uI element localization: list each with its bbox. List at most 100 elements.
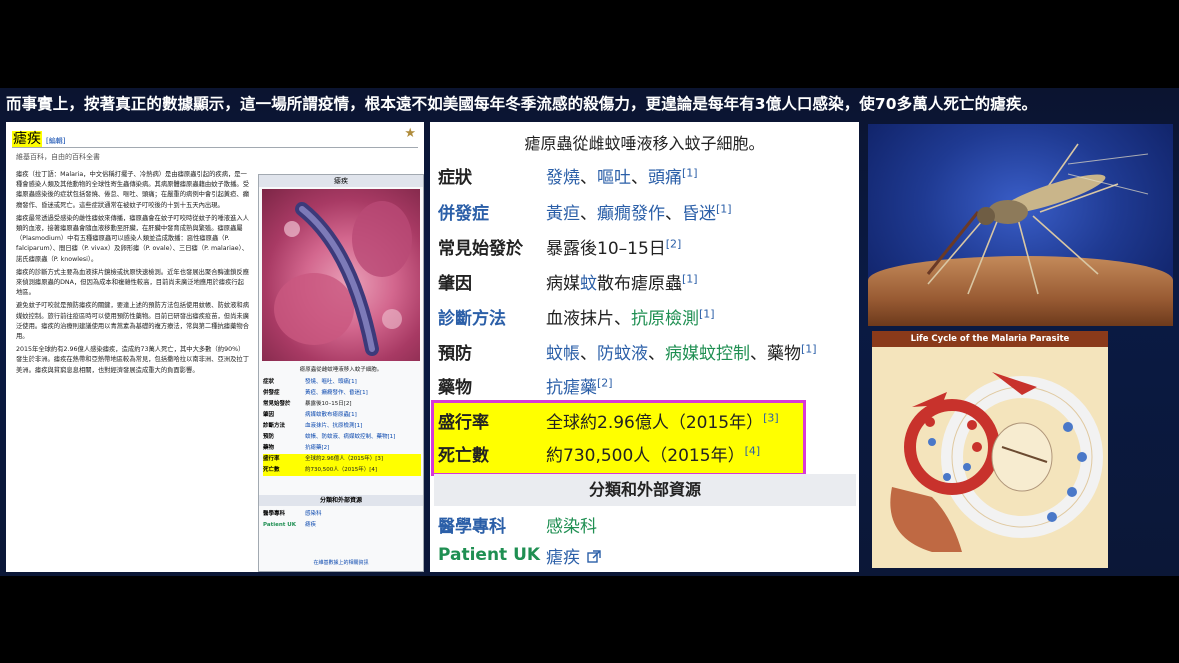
infobox-value[interactable]: 感染科: [305, 509, 421, 520]
infobox-key: 肇因: [263, 412, 275, 418]
patient-uk-label[interactable]: Patient UK: [438, 545, 546, 565]
infobox-value[interactable]: 血液抹片、抗原檢測[1]: [305, 421, 421, 432]
infobox-row: 藥物 抗瘧藥[2]: [263, 443, 421, 454]
wiki-article-title: 瘧疾 [編輯]: [12, 128, 65, 148]
infobox-section-header: 分類和外部資源: [259, 495, 423, 506]
ref-link[interactable]: [2]: [597, 376, 613, 389]
wiki-paragraph: 瘧疾（拉丁語：Malaria，中文俗稱打擺子、冷熱病）是由瘧原蟲引起的疾病，是一…: [16, 171, 249, 209]
complications-label[interactable]: 併發症: [438, 199, 546, 224]
row-patient-uk: Patient UK 瘧疾: [438, 538, 856, 572]
row-medication: 藥物 抗瘧藥[2]: [438, 368, 856, 402]
infobox-value[interactable]: 蚊帳、防蚊液、病媒蚊控制、藥物[1]: [305, 432, 421, 443]
ref-link[interactable]: [1]: [682, 272, 698, 285]
ref-link[interactable]: [1]: [682, 166, 698, 179]
onset-value: 暴露後10–15日[2]: [546, 234, 856, 259]
mosquito-link[interactable]: 蚊: [580, 274, 597, 294]
section-header-external: 分類和外部資源: [434, 474, 856, 506]
complication-link[interactable]: 昏迷: [682, 204, 716, 224]
infobox-row: 醫學專科 感染科: [263, 509, 421, 520]
life-cycle-illustration: [890, 372, 1103, 552]
infobox-row-highlighted: 死亡數 約730,500人（2015年）[4]: [263, 465, 421, 476]
antigen-test-link[interactable]: 抗原檢測: [631, 309, 699, 329]
infobox-row: Patient UK 瘧疾: [263, 520, 421, 531]
wiki-title-text: 瘧疾: [12, 131, 42, 147]
symptoms-value: 發燒、嘔吐、頭痛[1]: [546, 165, 698, 188]
cause-text: 散布瘧原蟲: [597, 273, 682, 294]
symptom-link[interactable]: 頭痛: [648, 168, 682, 188]
cause-value: 病媒蚊散布瘧原蟲[1]: [546, 269, 856, 294]
infobox-value: 暴露後10–15日[2]: [305, 401, 352, 407]
patient-uk-link[interactable]: 瘧疾: [546, 548, 580, 568]
deaths-value: 約730,500人（2015年）[4]: [546, 441, 856, 466]
infobox-row: 症狀 發燒、嘔吐、頭痛[1]: [263, 377, 421, 388]
featured-star-icon: ★: [404, 126, 416, 141]
infobox-caption-large: 瘧原蟲從雌蚊唾液移入蚊子細胞。: [524, 134, 765, 153]
infobox-rows: 症狀 發燒、嘔吐、頭痛[1] 併發症 黃疸、癲癇發作、昏迷[1] 常見始發於 暴露後1…: [263, 377, 421, 476]
wiki-subtitle: 維基百科，自由的百科全書: [16, 153, 100, 161]
complication-link[interactable]: 癲癇發作: [597, 204, 665, 224]
infobox-value[interactable]: 瘧疾: [305, 520, 421, 531]
ref-link[interactable]: [1]: [801, 342, 817, 355]
row-onset: 常見始發於 暴露後10–15日[2]: [438, 229, 856, 263]
patient-uk-value: 瘧疾: [546, 543, 856, 568]
infobox-key: 醫學專科: [263, 511, 286, 517]
cause-text: 病媒: [546, 273, 580, 294]
infobox-key: 死亡數: [263, 467, 280, 473]
symptoms-label: 症狀: [438, 167, 472, 188]
infobox-value[interactable]: 抗瘧藥[2]: [305, 443, 421, 454]
medication-label: 藥物: [438, 377, 472, 398]
prevention-text: 、藥物: [750, 343, 801, 364]
repellent-link[interactable]: 防蚊液: [597, 344, 648, 364]
wiki-paragraph: 2015年全球約有2.96億人感染瘧疾，造成約73萬人死亡，其中大多數（約90%…: [16, 346, 249, 374]
infobox-footer-link[interactable]: 在維基數據上的相關資訊: [259, 559, 423, 566]
prevention-value: 蚊帳、防蚊液、病媒蚊控制、藥物[1]: [546, 341, 817, 364]
complication-link[interactable]: 黃疸: [546, 204, 580, 224]
infobox-key: 併發症: [263, 390, 280, 396]
infobox-key: Patient UK: [263, 522, 297, 528]
infobox-row: 肇因 病媒蚊散布瘧原蟲[1]: [263, 410, 421, 421]
mosquito-photo: [868, 124, 1173, 326]
diagnosis-text: 血液抹片、: [546, 308, 631, 329]
vector-control-link[interactable]: 病媒蚊控制: [665, 344, 750, 364]
cause-label: 肇因: [438, 273, 472, 294]
title-divider: [12, 147, 418, 148]
malaria-life-cycle-diagram: Life Cycle of the Malaria Parasite: [872, 331, 1108, 568]
parasite-micrograph-image: [262, 189, 420, 361]
infobox-value: 約730,500人（2015年）[4]: [305, 467, 378, 473]
ref-link[interactable]: [1]: [716, 202, 732, 215]
deaths-label: 死亡數: [438, 445, 489, 466]
infobox-key: 藥物: [263, 445, 275, 451]
ref-link[interactable]: [3]: [763, 411, 779, 424]
prevention-label: 預防: [438, 343, 472, 364]
infobox-key: 症狀: [263, 379, 275, 385]
wiki-paragraph: 瘧疾最常透過受感染的雌性瘧蚊來傳播，瘧原蟲會在蚊子叮咬時從蚊子的唾液進入人類的血…: [16, 214, 249, 263]
row-prevalence: 盛行率 全球約2.96億人（2015年）[3]: [438, 403, 856, 437]
wiki-article-body: 瘧疾（拉丁語：Malaria，中文俗稱打擺子、冷熱病）是由瘧原蟲引起的疾病，是一…: [16, 170, 250, 379]
wiki-edit-link[interactable]: [編輯]: [46, 137, 65, 145]
infectious-disease-link[interactable]: 感染科: [546, 517, 597, 537]
row-diagnosis: 診斷方法 血液抹片、抗原檢測[1]: [438, 299, 856, 333]
infobox-value[interactable]: 黃疸、癲癇發作、昏迷[1]: [305, 388, 421, 399]
wiki-paragraph: 瘧疾的診斷方式主要為血液抹片鏡檢或抗原快速檢測。近年也發展出聚合酶連鎖反應來偵測…: [16, 268, 249, 297]
infobox-external-rows: 醫學專科 感染科 Patient UK 瘧疾: [263, 509, 421, 531]
antimalarial-link[interactable]: 抗瘧藥: [546, 378, 597, 398]
ref-link[interactable]: [4]: [745, 444, 761, 457]
diagnosis-value: 血液抹片、抗原檢測[1]: [546, 304, 856, 329]
wiki-paragraph: 避免蚊子叮咬就是預防瘧疾的關鍵，要達上述的預防方法包括使用蚊帳、防蚊液和病媒蚊控…: [16, 302, 249, 341]
diagnosis-label[interactable]: 診斷方法: [438, 304, 546, 329]
specialty-value: 感染科: [546, 512, 856, 537]
infobox-row: 預防 蚊帳、防蚊液、病媒蚊控制、藥物[1]: [263, 432, 421, 443]
specialty-label[interactable]: 醫學專科: [438, 512, 546, 537]
row-complications: 併發症 黃疸、癲癇發作、昏迷[1]: [438, 194, 856, 228]
row-prevention: 預防 蚊帳、防蚊液、病媒蚊控制、藥物[1]: [438, 334, 856, 368]
row-cause: 肇因 病媒蚊散布瘧原蟲[1]: [438, 264, 856, 298]
symptom-link[interactable]: 發燒: [546, 168, 580, 188]
ref-link[interactable]: [2]: [666, 237, 682, 250]
mosquito-net-link[interactable]: 蚊帳: [546, 344, 580, 364]
ref-link[interactable]: [1]: [699, 307, 715, 320]
symptom-link[interactable]: 嘔吐: [597, 168, 631, 188]
life-cycle-title: Life Cycle of the Malaria Parasite: [872, 331, 1108, 347]
infobox-row: 併發症 黃疸、癲癇發作、昏迷[1]: [263, 388, 421, 399]
infobox-value[interactable]: 病媒蚊散布瘧原蟲[1]: [305, 410, 421, 421]
infobox-value[interactable]: 發燒、嘔吐、頭痛[1]: [305, 377, 421, 388]
